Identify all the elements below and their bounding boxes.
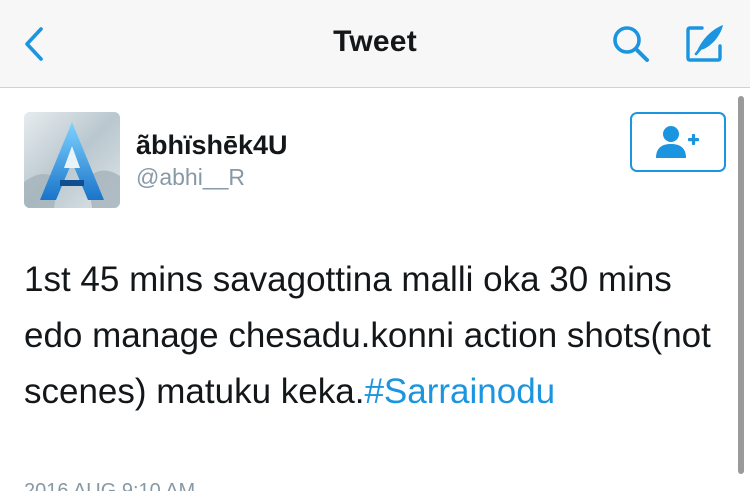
author-handle[interactable]: @abhi__R: [136, 164, 245, 191]
add-user-icon: [656, 126, 699, 158]
follow-button[interactable]: [630, 112, 726, 172]
search-icon: [613, 26, 649, 62]
tweet-timestamp: 2016 AUG 9:10 AM: [24, 480, 196, 491]
tweet-text: 1st 45 mins savagottina malli oka 30 min…: [24, 252, 736, 420]
search-button[interactable]: [606, 22, 656, 66]
avatar[interactable]: [24, 112, 120, 208]
chevron-left-icon: [25, 27, 43, 61]
scrollbar[interactable]: [738, 96, 744, 474]
avatar-logo: [24, 112, 120, 208]
compose-button[interactable]: [680, 20, 730, 66]
hashtag-link[interactable]: #Sarrainodu: [364, 372, 555, 411]
compose-quill-icon: [686, 25, 723, 62]
nav-bar: Tweet: [0, 0, 750, 88]
author-display-name[interactable]: ãbhïshēk4U: [136, 130, 288, 161]
back-button[interactable]: [14, 22, 54, 66]
